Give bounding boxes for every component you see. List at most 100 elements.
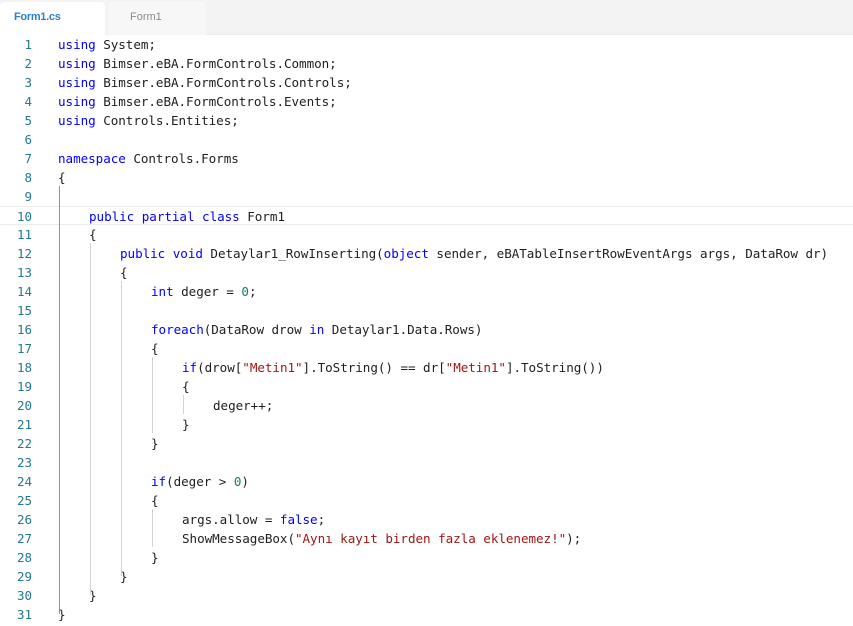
code-line[interactable]: 11 { [0,225,853,244]
code-text: Bimser.eBA.FormControls.Events; [95,94,337,109]
code-content: { [151,339,159,358]
keyword-token: using [58,94,96,109]
line-number: 9 [24,189,32,204]
code-text: ; [317,512,326,527]
line-number: 4 [24,94,32,109]
code-line[interactable]: 25 { [0,491,853,510]
code-text: ].ToString()) [505,360,604,375]
line-number: 20 [16,398,32,413]
code-line[interactable]: 24 if(deger > 0) [0,472,853,491]
code-line[interactable]: 13 { [0,263,853,282]
code-content: args.allow = false; [182,510,325,529]
code-line[interactable]: 18 if(drow["Metin1"].ToString() == dr["Me… [0,358,853,377]
keyword-token: int [151,284,174,299]
line-number: 29 [16,569,32,584]
code-text: { [58,170,66,185]
indent-guide [90,243,91,595]
editor-tab-bar: Form1.cs Form1 [0,0,853,35]
code-line[interactable]: 7 namespace Controls.Forms [0,149,853,168]
code-content: using System; [58,35,156,54]
code-line[interactable]: 17 { [0,339,853,358]
line-number: 22 [16,436,32,451]
code-line[interactable]: 1 using System; [0,35,853,54]
code-text: System; [95,37,156,52]
code-content: public partial class Form1 [89,207,285,226]
line-number: 30 [16,588,32,603]
code-text: } [182,417,190,432]
keyword-token: using [58,113,96,128]
code-content: if(drow["Metin1"].ToString() == dr["Meti… [182,358,604,377]
keyword-token: void [172,246,203,261]
code-text: (deger > [166,474,234,489]
string-literal: "Metin1" [242,360,303,375]
keyword-token: false [279,512,318,527]
code-line[interactable]: 10 public partial class Form1 [0,206,853,225]
code-line[interactable]: 14 int deger = 0; [0,282,853,301]
code-line[interactable]: 15 [0,301,853,320]
code-text: Bimser.eBA.FormControls.Common; [95,56,337,71]
line-number: 17 [16,341,32,356]
code-content: } [182,415,190,434]
line-number: 14 [16,284,32,299]
line-number: 5 [24,113,32,128]
indent-guide [59,186,60,614]
keyword-token: if [182,360,198,375]
code-line[interactable]: 12 public void Detaylar1_RowInserting(obj… [0,244,853,263]
code-content: { [89,225,97,244]
code-text: Controls.Forms [125,151,239,166]
code-line[interactable]: 23 [0,453,853,472]
line-number: 27 [16,531,32,546]
code-line[interactable]: 21} [0,415,853,434]
code-line[interactable]: 16 foreach(DataRow drow in Detaylar1.Data… [0,320,853,339]
code-content: { [182,377,190,396]
code-text: ].ToString() == dr[ [302,360,446,375]
keyword-token: using [58,37,96,52]
indent-guide [152,509,153,547]
keyword-token: namespace [58,151,126,166]
code-text: deger++; [213,398,274,413]
string-literal: "Aynı kayıt birden fazla eklenemez!" [294,531,567,546]
code-line[interactable]: 2 using Bimser.eBA.FormControls.Common; [0,54,853,73]
line-number: 18 [16,360,32,375]
code-line[interactable]: 26 args.allow = false; [0,510,853,529]
code-line[interactable]: 29} [0,567,853,586]
keyword-token: if [151,474,167,489]
code-line[interactable]: 4 using Bimser.eBA.FormControls.Events; [0,92,853,111]
code-content: foreach(DataRow drow in Detaylar1.Data.R… [151,320,483,339]
code-line[interactable]: 19 { [0,377,853,396]
code-line[interactable]: 8{ [0,168,853,187]
code-editor[interactable]: 31} 30} 29} 28} 27 ShowMessageBox("Aynı kayıt… [0,35,853,626]
tab-form1-designer[interactable]: Form1 [108,2,206,35]
line-number: 26 [16,512,32,527]
keyword-token: using [58,75,96,90]
code-line[interactable]: 22} [0,434,853,453]
code-line[interactable]: 3 using Bimser.eBA.FormControls.Controls; [0,73,853,92]
code-text: { [151,493,159,508]
code-line[interactable]: 30} [0,586,853,605]
code-text: Form1 [239,209,285,224]
string-literal: "Metin1" [445,360,506,375]
line-number: 15 [16,303,32,318]
code-line[interactable]: 6 [0,130,853,149]
line-number: 19 [16,379,32,394]
code-line[interactable]: 31} [0,605,853,624]
keyword-token: class [202,209,240,224]
code-line[interactable]: 9 [0,187,853,206]
code-content: int deger = 0; [151,282,257,301]
code-line[interactable]: 20 deger++; [0,396,853,415]
code-line[interactable]: 27 ShowMessageBox("Aynı kayıt birden fazl… [0,529,853,548]
code-text: { [151,341,159,356]
code-line[interactable]: 5 using Controls.Entities; [0,111,853,130]
code-text: ); [566,531,582,546]
line-number: 25 [16,493,32,508]
line-number: 8 [24,170,32,185]
code-line[interactable]: 28} [0,548,853,567]
code-content: using Bimser.eBA.FormControls.Common; [58,54,337,73]
code-content: using Controls.Entities; [58,111,239,130]
tab-form1-cs[interactable]: Form1.cs [0,2,105,35]
keyword-token: using [58,56,96,71]
code-content: { [58,168,66,187]
keyword-token: foreach [151,322,204,337]
